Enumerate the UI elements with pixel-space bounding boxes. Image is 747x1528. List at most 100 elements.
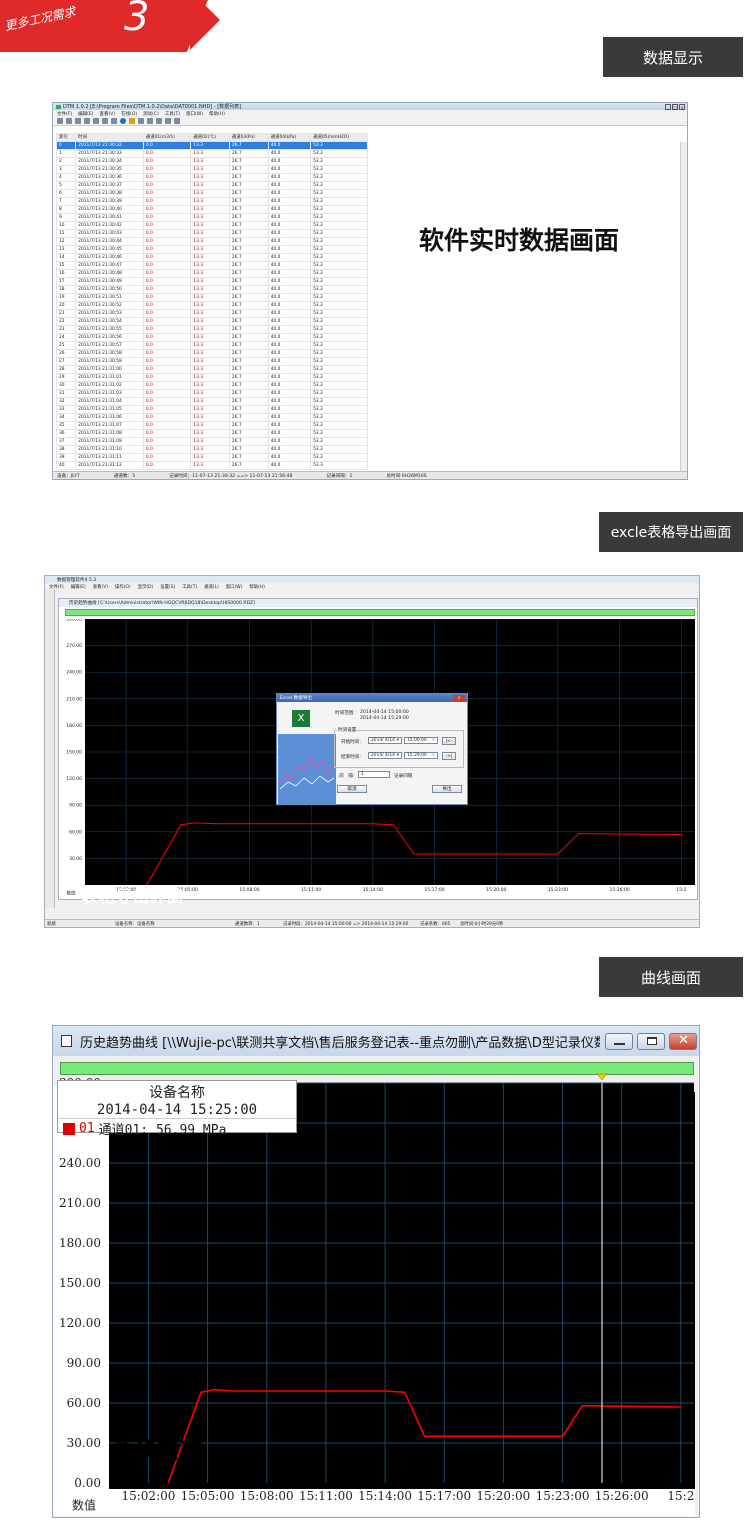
time-scrollbar[interactable] <box>65 609 695 616</box>
print-icon[interactable] <box>138 118 144 124</box>
menu-item[interactable]: 编辑(E) <box>78 111 93 117</box>
table-row[interactable]: 34 2011/7/13 21:31:06 0.0 13.3 26.7 40.0 53.3 <box>55 413 368 422</box>
zoom-in-icon[interactable] <box>156 118 162 124</box>
table-row[interactable]: 28 2011/7/13 21:31:00 0.0 13.3 26.7 40.0 53.3 <box>55 365 368 374</box>
table-cell: 2011/7/13 21:30:43 <box>75 229 144 238</box>
menu-item[interactable]: 帮助(H) <box>209 111 225 117</box>
start-date-picker[interactable]: 2014/ 4/14 ▾ <box>368 737 402 744</box>
table-row[interactable]: 32 2011/7/13 21:31:04 0.0 13.3 26.7 40.0 53.3 <box>55 397 368 406</box>
start-time-spinner[interactable]: 15:00:00 ÷ <box>404 737 438 744</box>
save-icon[interactable] <box>66 118 72 124</box>
table-row[interactable]: 4 2011/7/13 21:30:36 0.0 13.3 26.7 40.0 53.3 <box>55 173 368 182</box>
table-row[interactable]: 30 2011/7/13 21:31:02 0.0 13.3 26.7 40.0 53.3 <box>55 381 368 390</box>
column-header[interactable]: 通道02(℃) <box>190 133 230 142</box>
table-row[interactable]: 17 2011/7/13 21:30:49 0.0 13.3 26.7 40.0 53.3 <box>55 277 368 286</box>
column-header[interactable]: 通道03(Pa) <box>228 133 269 142</box>
connect-icon[interactable] <box>75 118 81 124</box>
table-row[interactable]: 3 2011/7/13 21:30:35 0.0 13.3 26.7 40.0 53.3 <box>55 165 368 174</box>
table-row[interactable]: 1 2011/7/13 21:30:33 0.0 13.3 26.7 40.0 53.3 <box>55 149 368 158</box>
menu-item[interactable]: 帮助(H) <box>249 584 265 590</box>
menu-item[interactable]: 设置(S) <box>160 584 175 590</box>
export-button[interactable]: 导出 <box>432 785 462 793</box>
table-row[interactable]: 8 2011/7/13 21:30:40 0.0 13.3 26.7 40.0 53.3 <box>55 205 368 214</box>
table-row[interactable]: 23 2011/7/13 21:30:55 0.0 13.3 26.7 40.0 53.3 <box>55 325 368 334</box>
record-icon[interactable] <box>84 118 90 124</box>
interval-input[interactable]: 1 <box>358 771 390 778</box>
end-time-spinner[interactable]: 15:29:00 ÷ <box>404 752 438 759</box>
table-row[interactable]: 24 2011/7/13 21:30:56 0.0 13.3 26.7 40.0 53.3 <box>55 333 368 342</box>
info-icon[interactable] <box>120 118 126 124</box>
sum-icon[interactable] <box>111 118 117 124</box>
open-icon[interactable] <box>57 118 63 124</box>
vertical-scrollbar[interactable] <box>680 142 687 472</box>
table-row[interactable]: 9 2011/7/13 21:30:41 0.0 13.3 26.7 40.0 53.3 <box>55 213 368 222</box>
time-scrollbar[interactable] <box>60 1062 694 1075</box>
table-icon[interactable] <box>102 118 108 124</box>
table-row[interactable]: 7 2011/7/13 21:30:39 0.0 13.3 26.7 40.0 53.3 <box>55 197 368 206</box>
menu-item[interactable]: 文件(F) <box>49 584 64 590</box>
table-row[interactable]: 18 2011/7/13 21:30:50 0.0 13.3 26.7 40.0 53.3 <box>55 285 368 294</box>
table-row[interactable]: 10 2011/7/13 21:30:42 0.0 13.3 26.7 40.0 53.3 <box>55 221 368 230</box>
menu-item[interactable]: 窗口(W) <box>226 584 243 590</box>
menu-item[interactable]: 查看(V) <box>99 111 115 117</box>
table-row[interactable]: 33 2011/7/13 21:31:05 0.0 13.3 26.7 40.0 53.3 <box>55 405 368 414</box>
maximize-icon[interactable]: □ <box>672 104 678 110</box>
close-button[interactable]: ✕ <box>669 1033 697 1050</box>
table-row[interactable]: 15 2011/7/13 21:30:47 0.0 13.3 26.7 40.0 53.3 <box>55 261 368 270</box>
column-header[interactable]: 通道04(kPa) <box>267 133 312 142</box>
end-jump-button[interactable]: ->| <box>442 752 456 760</box>
table-row[interactable]: 40 2011/7/13 21:31:12 0.0 13.3 26.7 40.0 53.3 <box>55 461 368 470</box>
chart-icon[interactable] <box>129 118 135 124</box>
table-row[interactable]: 13 2011/7/13 21:30:45 0.0 13.3 26.7 40.0 53.3 <box>55 245 368 254</box>
table-row[interactable]: 27 2011/7/13 21:30:59 0.0 13.3 26.7 40.0 53.3 <box>55 357 368 366</box>
close-icon[interactable]: × <box>679 104 685 110</box>
column-header[interactable]: 通道05(mmH2O) <box>310 133 368 142</box>
preview-icon[interactable] <box>147 118 153 124</box>
close-icon[interactable]: × <box>453 695 465 701</box>
table-row[interactable]: 38 2011/7/13 21:31:10 0.0 13.3 26.7 40.0 53.3 <box>55 445 368 454</box>
menu-item[interactable]: 文件(F) <box>57 111 72 117</box>
menu-item[interactable]: 工具(T) <box>165 111 180 117</box>
table-row[interactable]: 2 2011/7/13 21:30:34 0.0 13.3 26.7 40.0 53.3 <box>55 157 368 166</box>
table-row[interactable]: 6 2011/7/13 21:30:38 0.0 13.3 26.7 40.0 53.3 <box>55 189 368 198</box>
zoom-out-icon[interactable] <box>165 118 171 124</box>
start-jump-button[interactable]: |<- <box>442 737 456 745</box>
table-row[interactable]: 11 2011/7/13 21:30:43 0.0 13.3 26.7 40.0 53.3 <box>55 229 368 238</box>
table-row[interactable]: 5 2011/7/13 21:30:37 0.0 13.3 26.7 40.0 53.3 <box>55 181 368 190</box>
table-row[interactable]: 14 2011/7/13 21:30:46 0.0 13.3 26.7 40.0 53.3 <box>55 253 368 262</box>
table-row[interactable]: 22 2011/7/13 21:30:54 0.0 13.3 26.7 40.0 53.3 <box>55 317 368 326</box>
stop-icon[interactable] <box>93 118 99 124</box>
menu-item[interactable]: 窗口(W) <box>186 111 203 117</box>
table-row[interactable]: 31 2011/7/13 21:31:03 0.0 13.3 26.7 40.0 53.3 <box>55 389 368 398</box>
menu-item[interactable]: 通道(L) <box>204 584 219 590</box>
table-row[interactable]: 39 2011/7/13 21:31:11 0.0 13.3 26.7 40.0 53.3 <box>55 453 368 462</box>
minimize-button[interactable] <box>605 1033 633 1050</box>
table-row[interactable]: 35 2011/7/13 21:31:07 0.0 13.3 26.7 40.0 53.3 <box>55 421 368 430</box>
menu-item[interactable]: 显示(D) <box>138 584 154 590</box>
table-row[interactable]: 29 2011/7/13 21:31:01 0.0 13.3 26.7 40.0 53.3 <box>55 373 368 382</box>
table-row[interactable]: 36 2011/7/13 21:31:08 0.0 13.3 26.7 40.0 53.3 <box>55 429 368 438</box>
end-date-picker[interactable]: 2014/ 4/14 ▾ <box>368 752 402 759</box>
table-row[interactable]: 0 2011/7/13 21:30:32 0.0 13.3 26.7 40.0 53.3 <box>55 141 368 150</box>
column-header[interactable]: 索引 <box>55 133 77 142</box>
table-row[interactable]: 20 2011/7/13 21:30:52 0.0 13.3 26.7 40.0 53.3 <box>55 301 368 310</box>
menu-item[interactable]: 在线(O) <box>121 111 137 117</box>
minimize-icon[interactable]: _ <box>665 104 671 110</box>
help-icon[interactable] <box>174 118 180 124</box>
table-row[interactable]: 26 2011/7/13 21:30:58 0.0 13.3 26.7 40.0 53.3 <box>55 349 368 358</box>
table-row[interactable]: 19 2011/7/13 21:30:51 0.0 13.3 26.7 40.0 53.3 <box>55 293 368 302</box>
cancel-button[interactable]: 取消 <box>337 785 367 793</box>
table-row[interactable]: 12 2011/7/13 21:30:44 0.0 13.3 26.7 40.0 53.3 <box>55 237 368 246</box>
table-row[interactable]: 21 2011/7/13 21:30:53 0.0 13.3 26.7 40.0 53.3 <box>55 309 368 318</box>
menu-item[interactable]: 操作(O) <box>115 584 131 590</box>
menu-item[interactable]: 查看(V) <box>93 584 108 590</box>
maximize-button[interactable] <box>637 1033 665 1050</box>
menu-item[interactable]: 编辑(E) <box>71 584 86 590</box>
menu-item[interactable]: 工具(T) <box>182 584 197 590</box>
column-header[interactable]: 时间 <box>75 133 144 142</box>
table-row[interactable]: 25 2011/7/13 21:30:57 0.0 13.3 26.7 40.0 53.3 <box>55 341 368 350</box>
menu-item[interactable]: 测试(C) <box>143 111 159 117</box>
column-header[interactable]: 通道01(m3/h) <box>142 133 192 142</box>
table-row[interactable]: 16 2011/7/13 21:30:48 0.0 13.3 26.7 40.0 53.3 <box>55 269 368 278</box>
table-row[interactable]: 37 2011/7/13 21:31:09 0.0 13.3 26.7 40.0 53.3 <box>55 437 368 446</box>
